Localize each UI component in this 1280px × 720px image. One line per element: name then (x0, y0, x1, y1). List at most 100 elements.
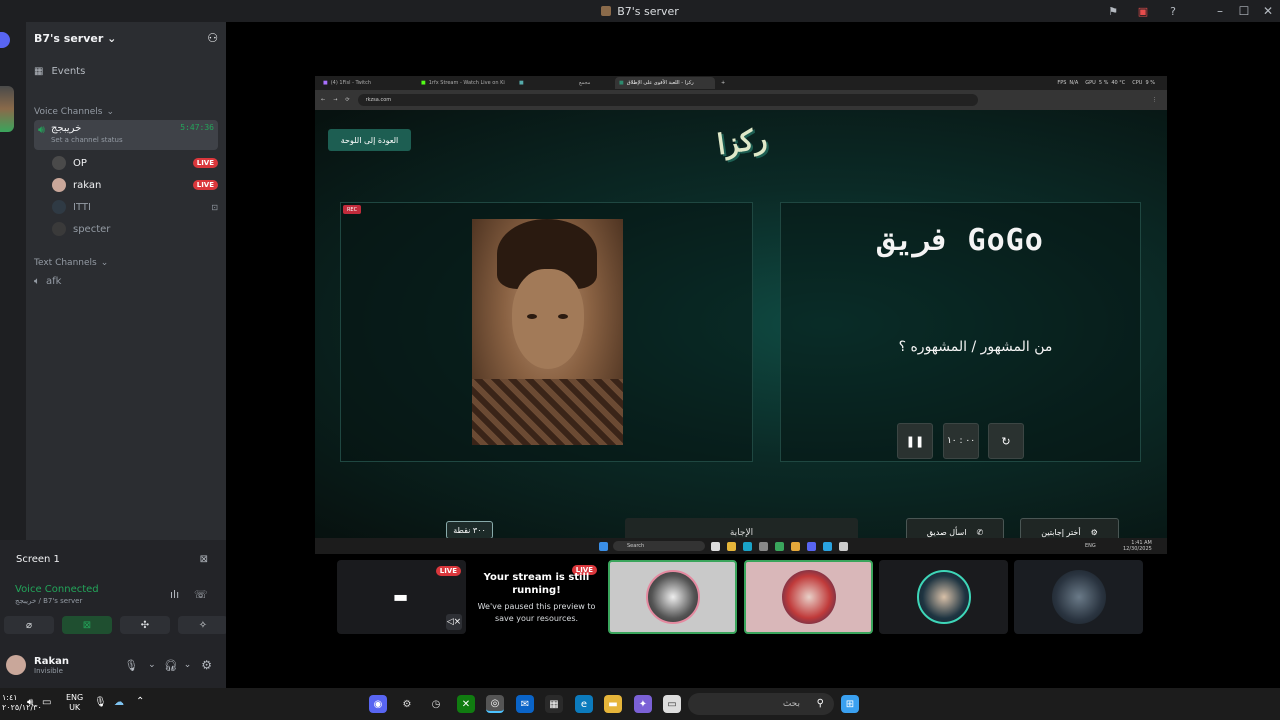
channel-status[interactable]: Set a channel status (51, 136, 180, 144)
search-icon: ⚲ (816, 698, 824, 709)
member-row[interactable]: rakan LIVE (34, 178, 218, 192)
minimize-button[interactable]: – (1208, 0, 1232, 22)
streamed-search: Search (613, 541, 705, 551)
perf-overlay: FPS N/A GPU 5 % 40 °C CPU 9 % (1057, 80, 1167, 86)
app-icon[interactable]: ▭ (663, 695, 681, 713)
server-folder-icon[interactable] (0, 86, 14, 132)
chevron-down-icon[interactable]: ⌄ (184, 660, 192, 670)
new-tab-icon[interactable]: + (721, 80, 725, 86)
browser-tab[interactable]: ■ (4) 1Fisl - Twitch (319, 77, 417, 89)
discord-icon (807, 542, 816, 551)
add-member-icon[interactable]: ⚇ (207, 31, 218, 45)
pause-button[interactable]: ❚❚ (897, 423, 933, 459)
reset-button[interactable]: ↻ (988, 423, 1024, 459)
microphone-icon[interactable]: 🎙︎ (94, 697, 107, 708)
onedrive-icon[interactable]: ☁ (114, 697, 124, 708)
browser-tab[interactable]: ■ (515, 77, 575, 89)
file-explorer-icon[interactable]: ▬ (604, 695, 622, 713)
browser-tab-active[interactable]: ■ ركزا - اللعبة الأقوى على الإطلاق (615, 77, 715, 89)
clock-app-icon[interactable]: ◷ (427, 695, 445, 713)
events-item[interactable]: ▦ Events (34, 66, 218, 77)
browser-tab[interactable]: ■ 1rfx Stream - Watch Live on Ki (417, 77, 515, 89)
volume-icon[interactable]: 🔊︎ (27, 697, 33, 708)
soundboard-button[interactable]: ✧ (178, 616, 228, 634)
close-window-button[interactable]: ✕ (1256, 0, 1280, 22)
activities-button[interactable]: ✣ (120, 616, 170, 634)
store-icon[interactable]: ▦ (545, 695, 563, 713)
member-row[interactable]: OP LIVE (34, 156, 218, 170)
discord-icon[interactable]: ◉ (369, 695, 387, 713)
url-field[interactable]: rkzsa.com (357, 94, 978, 106)
forward-arrow-icon[interactable]: → (333, 97, 337, 103)
edge-icon[interactable]: e (575, 695, 593, 713)
chevron-up-icon[interactable]: ⌃ (136, 696, 144, 707)
reload-icon[interactable]: ⟳ (345, 97, 349, 103)
flag-icon[interactable]: ⚑ (1098, 0, 1128, 22)
stream-screen[interactable]: ■ (4) 1Fisl - Twitch ■ 1rfx Stream - Watch… (315, 76, 1167, 554)
voice-channel-active[interactable]: 🔊︎ خريبجج Set a channel status 5:47:36 (34, 120, 218, 150)
participant-tile[interactable] (744, 560, 873, 634)
text-channel-item[interactable]: 🔈︎ afk (34, 276, 218, 287)
inbox-icon[interactable]: ▣ (1128, 0, 1158, 22)
voice-status[interactable]: Voice Connected (15, 584, 99, 595)
settings-icon[interactable]: ⚙ (398, 695, 416, 713)
search-placeholder: بحث (782, 699, 800, 709)
discord-home-icon[interactable] (0, 32, 10, 48)
participant-tile[interactable]: LIVE ▬ ◁× (337, 560, 466, 634)
camera-off-icon: ⌀ (25, 619, 33, 631)
outlook-icon[interactable]: ✉ (516, 695, 534, 713)
headphones-icon[interactable]: 🎧︎ (164, 659, 178, 672)
photo-shirt (472, 379, 623, 445)
participant-tile[interactable] (608, 560, 737, 634)
browser-address-bar: ← → ⟳ rkzsa.com ⋮ (315, 90, 1167, 110)
speaker-icon: 🔊︎ (38, 123, 45, 136)
windows-start-icon[interactable]: ⊞ (841, 695, 859, 713)
server-list[interactable] (0, 152, 10, 312)
help-icon[interactable]: ? (1158, 0, 1188, 22)
chrome-icon[interactable]: ◎ (486, 695, 504, 713)
extensions-icon[interactable]: ⋮ (1152, 97, 1157, 103)
photo-eye (558, 314, 568, 319)
browser-tab-title: 1rfx Stream - Watch Live on Ki (428, 80, 505, 86)
camera-off-button[interactable]: ⌀ (4, 616, 54, 634)
muted-icon: ◁× (446, 614, 462, 630)
disconnect-icon[interactable]: ☏ (194, 588, 208, 601)
question-panel: فريق GoGo من المشهور / المشهوره ؟ ❚❚ ٠٠ … (780, 202, 1141, 462)
back-arrow-icon[interactable]: ← (321, 97, 325, 103)
activities-icon: ✣ (140, 619, 150, 631)
voice-category-label: Voice Channels (34, 107, 103, 117)
participant-tile[interactable] (879, 560, 1008, 634)
maximize-button[interactable]: ☐ (1232, 0, 1256, 22)
clock[interactable]: ١:٤١ ٢٠٢٥/١٢/٣٠ (2, 693, 42, 713)
back-to-board-button[interactable]: العودة إلى اللوحة (328, 129, 411, 151)
settings-icon[interactable]: ⚙ (201, 658, 212, 672)
photo-eye (527, 314, 537, 319)
network-icon[interactable]: ▭ (42, 697, 51, 708)
xbox-icon[interactable]: ✕ (457, 695, 475, 713)
member-row[interactable]: specter (34, 222, 218, 236)
screen-share-panel: Screen 1 ⊠ (0, 540, 226, 578)
text-category[interactable]: Text Channels ⌄ (34, 258, 218, 268)
language-indicator[interactable]: ENG UK (66, 693, 83, 713)
copilot-icon[interactable]: ✦ (634, 695, 652, 713)
taskbar-search[interactable]: بحث ⚲ (688, 693, 834, 715)
microphone-icon[interactable]: 🎙︎ (124, 659, 138, 672)
avatar[interactable] (6, 655, 26, 675)
live-badge: LIVE (192, 158, 218, 168)
participant-tile[interactable] (1014, 560, 1143, 634)
screen-share-button[interactable]: ⊠ (62, 616, 112, 634)
paused-stream-tile[interactable]: LIVE Your stream is still running! We've… (472, 560, 601, 634)
browser-tab[interactable]: مجمع (575, 77, 615, 89)
close-screen-icon[interactable]: ⊠ (200, 554, 208, 565)
noise-suppression-icon[interactable]: ılı (170, 588, 179, 601)
member-row[interactable]: ITTI ⊡ (34, 200, 218, 214)
chevron-down-icon[interactable]: ⌄ (148, 660, 156, 670)
avatar (52, 178, 66, 192)
streamed-date: 12/30/2025 (1123, 546, 1152, 552)
telegram-icon (823, 542, 832, 551)
settings-icon (839, 542, 848, 551)
window-title-text: B7's server (617, 4, 679, 18)
server-header[interactable]: B7's server ⌄ ⚇ (26, 22, 226, 54)
choose-answers-label: أختر إجابتين (1041, 528, 1081, 537)
voice-category[interactable]: Voice Channels ⌄ (34, 107, 218, 117)
